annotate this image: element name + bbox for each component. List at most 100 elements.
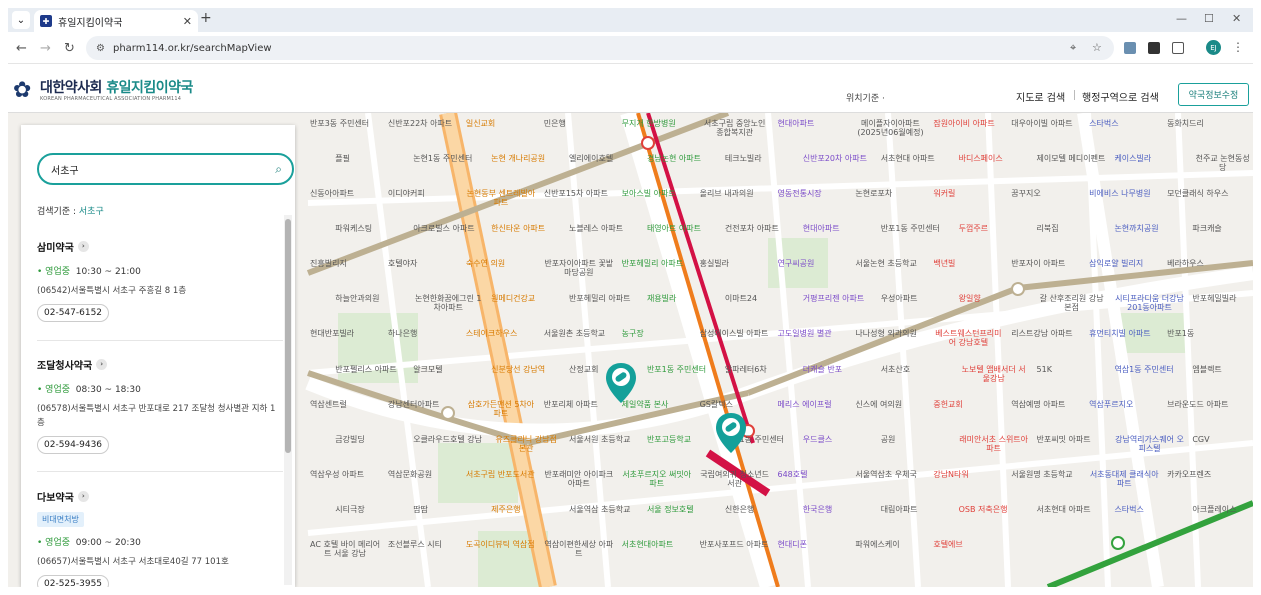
pharmacy-name[interactable]: 다보약국 › [37, 489, 283, 504]
map-place-label[interactable]: 중헌교회 [933, 400, 962, 409]
map-place-label[interactable]: 논현까치공원 [1114, 224, 1158, 233]
map-place-label[interactable]: 베라하우스 [1167, 259, 1204, 268]
location-icon[interactable]: ⌖ [1070, 36, 1076, 60]
map-place-label[interactable]: 우성아파트 [881, 294, 918, 303]
map-place-label[interactable]: 고도일병원 별관 [778, 329, 832, 338]
map-place-label[interactable]: 플필 [335, 154, 350, 163]
map-place-label[interactable]: 논현 개나리공원 [491, 154, 545, 163]
map-place-label[interactable]: 삼성에이스빌 아파트 [700, 329, 769, 338]
map-place-label[interactable]: 648호텔 [778, 470, 808, 479]
map-place-label[interactable]: 노보텔 앰배서더 서울강남 [959, 365, 1029, 383]
map-place-label[interactable]: 천주교 논현동성당 [1192, 154, 1253, 172]
map-place-label[interactable]: 보아스빌 아파트 [622, 189, 676, 198]
map-place-label[interactable]: 도곡이디뷰틱 역삼점 [466, 540, 535, 549]
site-info-icon[interactable]: ⚙ [96, 43, 105, 54]
search-icon[interactable]: ⌕ [275, 162, 282, 177]
pharmacy-phone[interactable]: 02-594-9436 [37, 436, 110, 454]
map-place-label[interactable]: 조선블루스 시티 [388, 540, 442, 549]
map-place-label[interactable]: 서울역삼초 우체국 [855, 470, 916, 479]
map-place-label[interactable]: 영동전통시장 [778, 189, 822, 198]
map-place-label[interactable]: 서초산호 [881, 365, 910, 374]
map-place-label[interactable]: 아크로빌스 아파트 [413, 224, 474, 233]
map-place-label[interactable]: 리스트강남 아파트 [1011, 329, 1072, 338]
map-place-label[interactable]: 서초구립 중앙노인 종합복지관 [700, 119, 770, 137]
map-place-label[interactable]: 반포사포프드 아파트 [700, 540, 769, 549]
back-icon[interactable]: ← [16, 41, 27, 56]
map-place-label[interactable]: 무지개 한방병원 [622, 119, 676, 128]
map-place-label[interactable]: 현대아파트 [778, 119, 815, 128]
map-place-label[interactable]: 공원 [881, 435, 896, 444]
profile-avatar[interactable]: EJ [1206, 40, 1221, 55]
map-place-label[interactable]: 재용빌라 [647, 294, 676, 303]
map-place-label[interactable]: 건전포차 아파트 [725, 224, 779, 233]
map-place-label[interactable]: 삼익로얄 빌리지 [1089, 259, 1143, 268]
map-place-label[interactable]: 진흥빌리지 [310, 259, 347, 268]
map-place-label[interactable]: 서초현대 아파트 [881, 154, 935, 163]
map-place-label[interactable]: 역삼1동 주민센터 [1114, 365, 1173, 374]
map-place-label[interactable]: 강남N타워 [933, 470, 968, 479]
map-place-label[interactable]: 오클라우드호텔 강남 [413, 435, 482, 444]
map-place-label[interactable]: 파워케스팅 [335, 224, 372, 233]
map-place-label[interactable]: 농구장 [622, 329, 644, 338]
close-icon[interactable]: ✕ [183, 15, 192, 28]
map-place-label[interactable]: 신분당선 강남역 [491, 365, 545, 374]
map-place-label[interactable]: 논현동부 센트레빌아파트 [466, 189, 536, 207]
map-place-label[interactable]: 서울원촌 초등학교 [544, 329, 605, 338]
extension-icon[interactable] [1124, 42, 1136, 54]
map-place-label[interactable]: 서초현대아파트 [622, 540, 674, 549]
menu-kebab-icon[interactable]: ⋮ [1232, 40, 1244, 54]
map-place-label[interactable]: 이디야커피 [388, 189, 425, 198]
map-place-label[interactable]: 나나성형 외과의원 [855, 329, 916, 338]
map-place-label[interactable]: 더캐슬 반포 [803, 365, 842, 374]
map-place-label[interactable]: 서초푸르지오 써밋아파트 [622, 470, 692, 488]
map-place-label[interactable]: 태영아트 아파트 [647, 224, 701, 233]
map-place-label[interactable]: 한국은행 [803, 505, 832, 514]
bookmark-star-icon[interactable]: ☆ [1092, 36, 1102, 60]
pharmacy-item[interactable]: 삼미약국 › • 영업중 10:30 ~ 21:00 (06542)서울특별시 … [37, 239, 283, 322]
map-place-label[interactable]: 제이모텔 메디이펜트 [1037, 154, 1106, 163]
reload-icon[interactable]: ↻ [64, 41, 75, 56]
map-place-label[interactable]: GS칼텍스 [700, 400, 733, 409]
chevron-right-icon[interactable]: › [77, 241, 89, 252]
tab-search-button[interactable]: ⌄ [12, 11, 30, 29]
map-place-label[interactable]: 동화치드리 [1167, 119, 1204, 128]
map-place-label[interactable]: 현대반포빌라 [310, 329, 354, 338]
map-place-label[interactable]: 파크캐슬 [1192, 224, 1221, 233]
extensions-puzzle-icon[interactable] [1172, 42, 1184, 54]
map-place-label[interactable]: 51K [1037, 365, 1052, 374]
map-place-label[interactable]: 삼호가든맨션 5차아파트 [466, 400, 536, 418]
map-place-label[interactable]: 갈 산후조리원 강남본점 [1037, 294, 1107, 312]
map-place-label[interactable]: 거평프리젠 아파트 [803, 294, 864, 303]
new-tab-icon[interactable]: + [200, 10, 212, 26]
browser-tab[interactable]: ✚ 휴일지킴이약국 ✕ [34, 10, 198, 32]
map-place-label[interactable]: 테크노빌라 [725, 154, 762, 163]
map-place-label[interactable]: 꿈꾸지오 [1011, 189, 1040, 198]
map-place-label[interactable]: 서울서원 초등학교 [569, 435, 630, 444]
map-place-label[interactable]: 워커릴 [933, 189, 955, 198]
map-place-label[interactable]: 신반포20차 아파트 [803, 154, 867, 163]
map-place-label[interactable]: 원메디건강교 [491, 294, 535, 303]
pharmacy-item[interactable]: 다보약국 › 비대면처방 • 영업중 09:00 ~ 20:30 (06657)… [37, 489, 283, 587]
map-place-label[interactable]: 역삼예명 아파트 [1011, 400, 1065, 409]
pharmacy-name[interactable]: 삼미약국 › [37, 239, 283, 254]
map-place-label[interactable]: 파워에스케이 [855, 540, 899, 549]
map-place-label[interactable]: 스타벅스 [1114, 505, 1143, 514]
map-place-label[interactable]: 반포1동 주민센터 [647, 365, 706, 374]
pharmacy-pin[interactable] [716, 413, 746, 453]
map-place-label[interactable]: 반포펠리스 아파트 [335, 365, 396, 374]
map-place-label[interactable]: 홍실빌라 [700, 259, 729, 268]
map-place-label[interactable]: 베스트웨스턴프리미어 강남호텔 [933, 329, 1003, 347]
minimize-icon[interactable]: — [1176, 12, 1187, 25]
nav-region-search[interactable]: 행정구역으로 검색 [1082, 89, 1159, 104]
map-place-label[interactable]: 리북집 [1037, 224, 1059, 233]
map-place-label[interactable]: 산정교회 [569, 365, 598, 374]
map-place-label[interactable]: 반포헤밀리 아파트 [569, 294, 630, 303]
search-box[interactable]: ⌕ [37, 153, 294, 185]
pharmacy-pin[interactable] [606, 363, 636, 403]
map-place-label[interactable]: 엠블렉트 [1192, 365, 1221, 374]
map-place-label[interactable]: 경남논현 아파트 [647, 154, 701, 163]
map-place-label[interactable]: 잠원아이비 아파트 [933, 119, 994, 128]
map-place-label[interactable]: 올리브 내과의원 [700, 189, 754, 198]
map-place-label[interactable]: 현대디폰 [778, 540, 807, 549]
map-place-label[interactable]: 하나은행 [388, 329, 417, 338]
